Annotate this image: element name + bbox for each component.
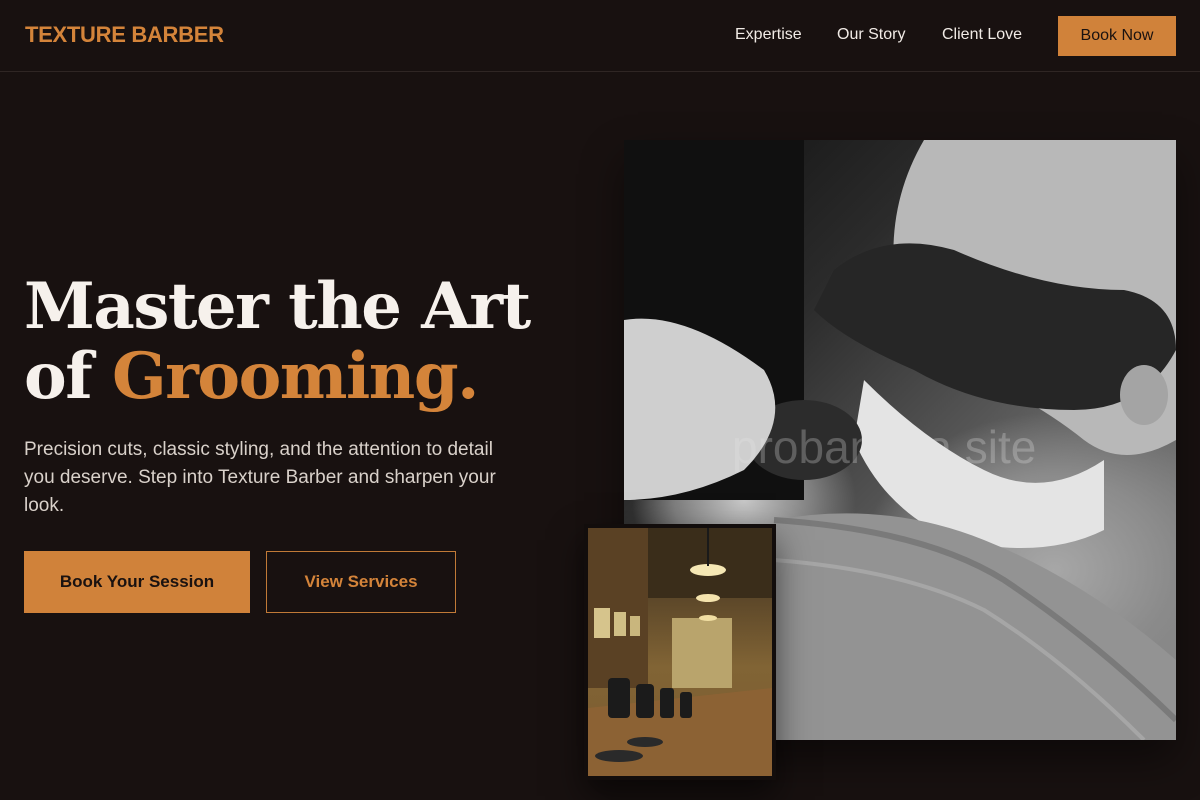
brand-logo[interactable]: TEXTURE BARBER <box>25 22 224 48</box>
site-header: TEXTURE BARBER Expertise Our Story Clien… <box>0 0 1200 72</box>
hero-title-prefix: of <box>24 339 93 414</box>
hero-title-accent: Grooming. <box>112 339 479 414</box>
nav-link-client-love[interactable]: Client Love <box>942 26 1022 44</box>
nav-link-our-story[interactable]: Our Story <box>837 26 905 44</box>
book-session-button[interactable]: Book Your Session <box>24 551 250 613</box>
nav-link-expertise[interactable]: Expertise <box>735 26 802 44</box>
hero-description: Precision cuts, classic styling, and the… <box>24 439 496 516</box>
landing-page: TEXTURE BARBER Expertise Our Story Clien… <box>0 0 1200 800</box>
book-now-button[interactable]: Book Now <box>1058 16 1176 56</box>
barbershop-interior-image <box>584 524 776 780</box>
hero-title-line1: Master the Art <box>24 269 531 344</box>
hero-title: Master the Art of Grooming. <box>24 272 584 412</box>
barbershop-interior-photo <box>588 528 772 776</box>
image-watermark: probanana.site <box>732 421 1037 473</box>
view-services-button[interactable]: View Services <box>266 551 456 613</box>
barbershop-interior-illustration <box>588 528 772 776</box>
